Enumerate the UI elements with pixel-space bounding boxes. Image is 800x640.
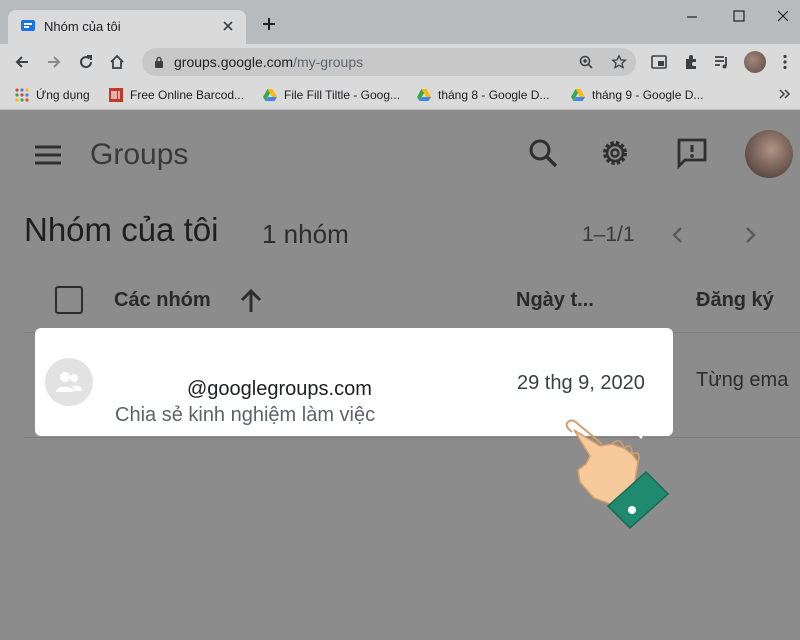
browser-menu-icon[interactable]: [776, 53, 794, 71]
tab-title: Nhóm của tôi: [44, 19, 121, 34]
user-avatar[interactable]: [745, 130, 793, 178]
url-text[interactable]: groups.google.com/my-groups: [174, 54, 363, 70]
bookmark-star-icon[interactable]: [611, 54, 627, 70]
bookmark-drive-3[interactable]: tháng 9 - Google D...: [570, 86, 703, 104]
minimize-icon[interactable]: [684, 8, 700, 24]
browser-tab-bar: Nhóm của tôi: [0, 0, 800, 44]
media-control-icon[interactable]: [713, 53, 731, 71]
back-icon[interactable]: [13, 53, 31, 71]
google-drive-icon: [571, 89, 585, 101]
apps-grid-icon: [15, 88, 29, 102]
group-people-icon: [56, 372, 82, 392]
group-description: Chia sẻ kinh nghiệm làm việc: [115, 404, 376, 426]
group-avatar: [45, 358, 93, 406]
main-menu-icon[interactable]: [34, 144, 62, 166]
close-window-icon[interactable]: [775, 8, 791, 24]
column-header-date[interactable]: Ngày t...: [516, 289, 594, 312]
page-title: Nhóm của tôi: [24, 211, 219, 248]
bookmark-label: tháng 9 - Google D...: [592, 88, 704, 102]
bookmark-label: File Fill Tiltle - Goog...: [284, 88, 401, 102]
maximize-icon[interactable]: [731, 8, 747, 24]
feedback-icon[interactable]: [676, 137, 708, 169]
pagination-label: 1–1/1: [582, 223, 635, 246]
new-tab-icon[interactable]: [261, 16, 277, 32]
prev-page-icon[interactable]: [667, 224, 689, 246]
column-header-subscription[interactable]: Đăng ký: [696, 289, 774, 312]
row-divider: [24, 437, 800, 438]
group-email: @googlegroups.com: [187, 378, 372, 400]
lock-icon[interactable]: [154, 56, 164, 68]
bookmark-label: Ứng dụng: [36, 88, 90, 102]
bookmark-drive-1[interactable]: File Fill Tiltle - Goog...: [262, 86, 400, 104]
next-page-icon[interactable]: [739, 224, 761, 246]
forward-icon[interactable]: [45, 53, 63, 71]
google-groups-favicon-icon: [21, 20, 35, 31]
google-drive-icon: [263, 89, 277, 101]
zoom-icon[interactable]: [578, 54, 594, 70]
column-header-groups[interactable]: Các nhóm: [114, 289, 211, 312]
pointing-hand-icon: [565, 417, 670, 530]
home-icon[interactable]: [108, 53, 126, 71]
browser-profile-avatar[interactable]: [744, 51, 766, 73]
more-bookmarks-icon[interactable]: [777, 87, 791, 101]
app-title: Groups: [90, 138, 189, 171]
settings-gear-icon[interactable]: [599, 137, 631, 169]
bookmark-barcode[interactable]: Free Online Barcod...: [108, 86, 244, 104]
browser-toolbar: groups.google.com/my-groups: [0, 44, 800, 80]
search-icon[interactable]: [527, 137, 559, 169]
extensions-icon[interactable]: [682, 53, 700, 71]
bookmarks-bar: Ứng dụng Free Online Barcod... File Fill…: [0, 80, 800, 110]
barcode-icon: [109, 88, 123, 102]
group-join-date: 29 thg 9, 2020: [517, 372, 645, 394]
close-tab-icon[interactable]: [220, 18, 236, 34]
address-bar[interactable]: groups.google.com/my-groups: [142, 48, 636, 76]
group-count: 1 nhóm: [262, 219, 349, 249]
bookmark-label: tháng 8 - Google D...: [438, 88, 550, 102]
bookmark-apps[interactable]: Ứng dụng: [14, 86, 90, 104]
row-subscription[interactable]: Từng ema: [696, 369, 800, 392]
bookmark-drive-2[interactable]: tháng 8 - Google D...: [416, 86, 549, 104]
reload-icon[interactable]: [77, 53, 95, 71]
bookmark-label: Free Online Barcod...: [130, 88, 245, 102]
select-all-checkbox[interactable]: [55, 286, 83, 314]
google-drive-icon: [417, 89, 431, 101]
sort-ascending-icon[interactable]: [238, 288, 264, 314]
browser-tab[interactable]: Nhóm của tôi: [8, 10, 246, 44]
picture-in-picture-icon[interactable]: [650, 53, 668, 71]
